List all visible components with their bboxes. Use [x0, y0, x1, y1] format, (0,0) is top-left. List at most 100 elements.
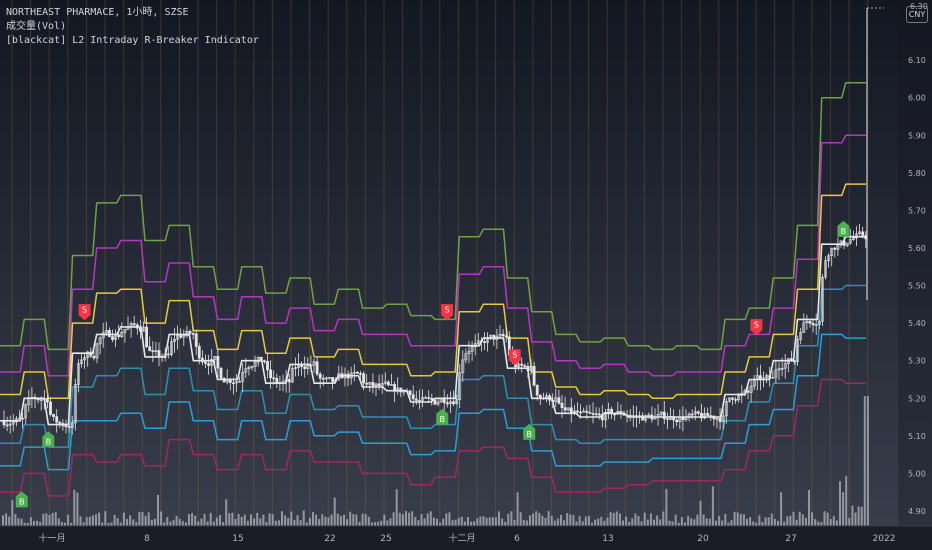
volume-bar: [463, 521, 466, 526]
candle-body: [179, 335, 183, 338]
volume-bar: [277, 520, 280, 526]
candle-body: [523, 365, 527, 367]
candle-body: [228, 379, 232, 383]
candle-body: [232, 382, 235, 385]
time-tick-label: 27: [785, 534, 796, 544]
volume-bar: [451, 520, 454, 526]
volume-bar: [358, 521, 361, 526]
volume-bar: [798, 511, 801, 526]
volume-bar: [770, 513, 773, 526]
candle-body: [641, 415, 645, 421]
volume-bar: [668, 520, 671, 526]
volume-bar: [842, 492, 845, 526]
volume-bar: [854, 512, 857, 526]
volume-bar: [715, 520, 717, 526]
volume-bar: [733, 511, 736, 526]
volume-bar: [39, 521, 42, 526]
candle-body: [619, 411, 623, 415]
price-tick-label: 4.90: [908, 507, 926, 516]
candle-body: [331, 377, 335, 382]
volume-bar: [699, 500, 702, 526]
candle-body: [111, 336, 114, 340]
volume-bar: [860, 506, 863, 526]
volume-bar: [439, 522, 442, 526]
candle-body: [269, 369, 273, 379]
candle-body: [861, 231, 865, 236]
candle-body: [64, 425, 68, 428]
candle-body: [479, 340, 483, 343]
volume-bar: [91, 515, 94, 526]
volume-bar: [163, 522, 166, 526]
candle-body: [588, 412, 592, 414]
volume-bar: [194, 515, 197, 526]
volume-bar: [665, 488, 668, 526]
volume-bar: [814, 519, 817, 526]
candle-body: [219, 367, 223, 379]
candle-body: [538, 394, 542, 399]
volume-bar: [250, 514, 252, 526]
volume-bar: [538, 512, 541, 526]
volume-indicator-title[interactable]: 成交量(Vol): [6, 20, 259, 34]
candle-body: [278, 381, 282, 384]
volume-bar: [157, 495, 159, 526]
candle-body: [610, 408, 614, 415]
candle-body: [399, 387, 403, 393]
candle-body: [197, 346, 201, 359]
candle-body: [266, 361, 269, 371]
volume-bar: [690, 518, 693, 526]
volume-bar: [485, 517, 488, 526]
volume-bar: [178, 518, 181, 526]
price-tick-label: 5.50: [908, 282, 926, 291]
rbreaker-indicator-title[interactable]: [blackcat] L2 Intraday R-Breaker Indicat…: [6, 34, 259, 48]
candle-body: [386, 381, 390, 386]
candle-body: [709, 415, 713, 417]
candle-body: [315, 361, 319, 375]
volume-bar: [749, 517, 752, 526]
volume-bar: [76, 492, 79, 526]
volume-bar: [132, 519, 135, 526]
candle-body: [148, 346, 152, 352]
volume-bar: [839, 481, 841, 526]
volume-bar: [144, 515, 147, 526]
volume-bar: [122, 512, 125, 526]
volume-bar: [866, 396, 869, 526]
volume-bar: [240, 516, 243, 526]
volume-bar: [516, 492, 519, 526]
candle-body: [321, 378, 325, 380]
volume-bar: [603, 520, 606, 526]
symbol-title[interactable]: NORTHEAST PHARMACE, 1小時, SZSE: [6, 6, 259, 20]
time-tick-label: 15: [232, 534, 243, 544]
candle-body: [259, 356, 263, 361]
volume-bar: [380, 520, 383, 526]
price-tick-label: 5.90: [908, 131, 926, 140]
time-tick-label: 2022: [873, 534, 896, 544]
candle-body: [5, 424, 9, 427]
candle-body: [430, 397, 434, 401]
volume-bar: [11, 500, 14, 526]
candle-body: [222, 377, 226, 383]
volume-bar: [417, 520, 420, 526]
candle-body: [67, 426, 71, 428]
candle-body: [696, 411, 700, 414]
volume-bar: [823, 511, 826, 526]
buy-signal-text: B: [440, 415, 446, 424]
volume-bar: [640, 521, 643, 526]
volume-bar: [64, 522, 66, 526]
volume-bar: [423, 518, 426, 526]
candle-body: [793, 360, 796, 363]
volume-bar: [535, 511, 538, 526]
candle-body: [535, 384, 539, 396]
volume-bar: [222, 522, 225, 526]
volume-bar: [721, 520, 724, 526]
currency-badge[interactable]: CNY: [906, 6, 928, 23]
chart-legend: NORTHEAST PHARMACE, 1小時, SZSE 成交量(Vol) […: [6, 6, 259, 48]
volume-bar: [225, 499, 228, 526]
candle-body: [690, 413, 694, 416]
volume-bar: [231, 512, 234, 526]
volume-bar: [510, 511, 513, 526]
price-chart[interactable]: S SSSBBBBB 6.30 4.905.005.105.205.305.405…: [0, 0, 932, 550]
volume-bar: [863, 396, 866, 526]
volume-bar: [206, 521, 209, 526]
volume-bar: [597, 518, 600, 526]
candle-body: [151, 350, 155, 353]
